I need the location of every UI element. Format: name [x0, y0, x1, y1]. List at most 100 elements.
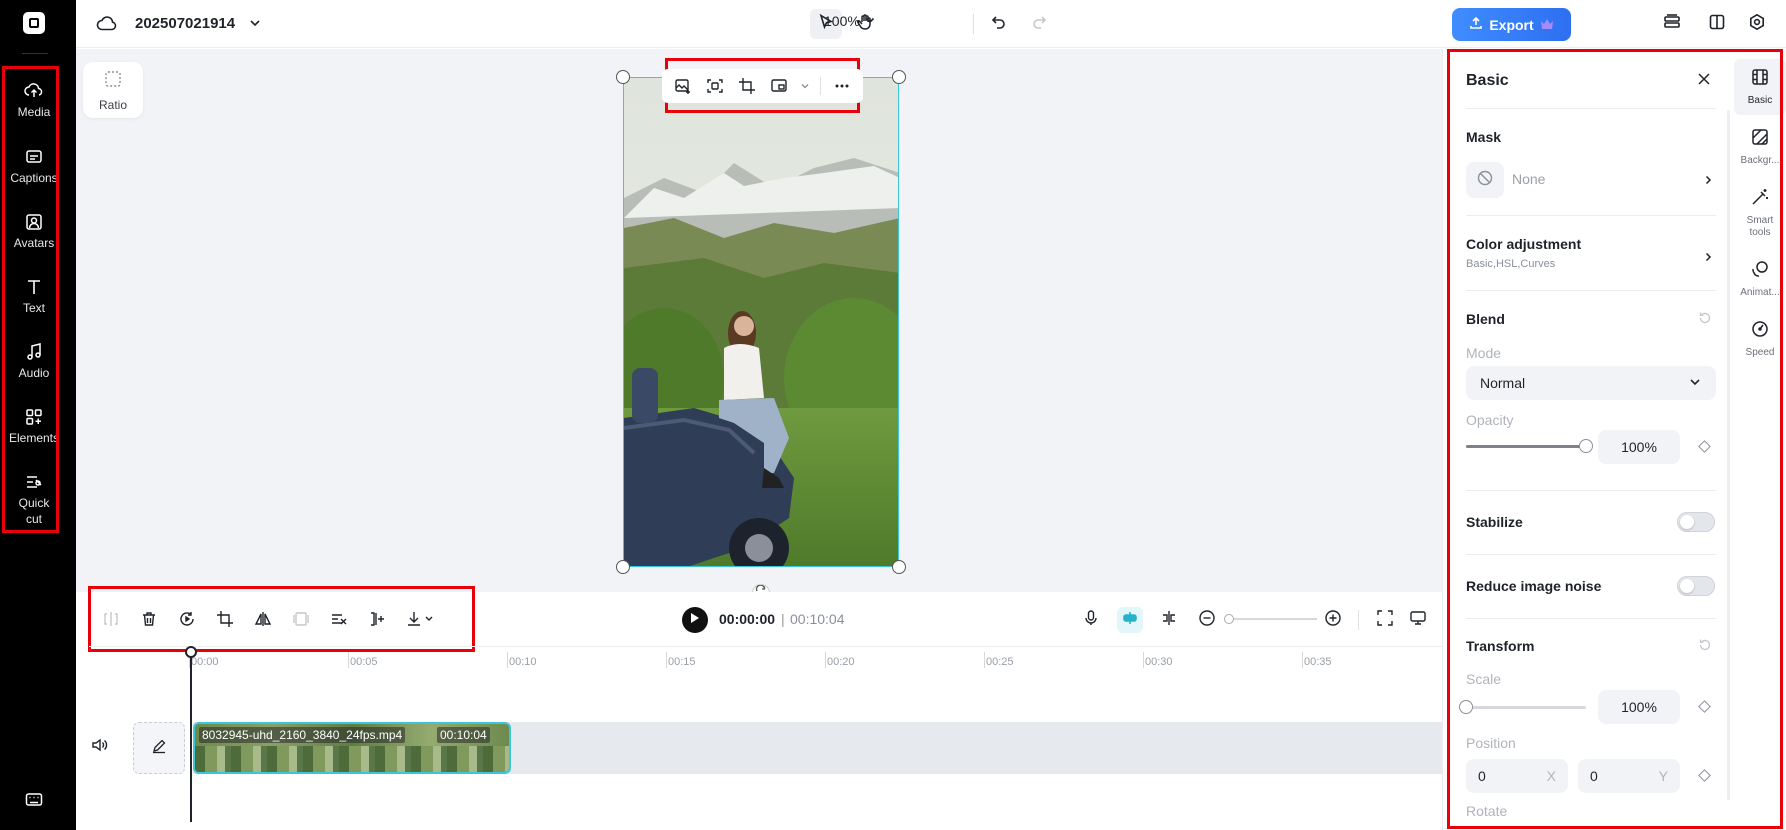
mirror-icon[interactable] — [251, 607, 275, 631]
microphone-icon — [1082, 609, 1100, 632]
blend-mode-value: Normal — [1480, 375, 1526, 391]
layers-button[interactable] — [1657, 9, 1687, 39]
split-icon[interactable] — [99, 607, 123, 631]
panel-divider — [1466, 215, 1716, 216]
chevron-right-icon[interactable] — [1702, 173, 1714, 185]
gear-icon — [1748, 13, 1766, 36]
close-icon[interactable] — [1696, 71, 1712, 92]
chevron-right-icon[interactable] — [1702, 250, 1714, 262]
tab-label: Backgr... — [1740, 155, 1780, 166]
trim-icon[interactable] — [365, 607, 389, 631]
sidebar-item-elements[interactable]: Elements — [4, 406, 64, 446]
playhead-handle[interactable] — [185, 646, 197, 658]
sidebar-item-avatars[interactable]: Avatars — [4, 211, 64, 251]
mask-value[interactable]: None — [1512, 171, 1545, 187]
split-track-button[interactable] — [1156, 607, 1182, 633]
scale-input[interactable]: 100% — [1598, 690, 1680, 724]
reset-icon[interactable] — [1698, 311, 1712, 330]
redo-button[interactable] — [1024, 9, 1054, 39]
export-button[interactable]: Export — [1452, 8, 1571, 41]
sidebar-item-quick-cut[interactable]: Quick cut — [4, 471, 64, 527]
app-logo[interactable] — [23, 12, 45, 34]
mute-track-button[interactable] — [90, 736, 108, 759]
resize-handle-bottom-left[interactable] — [616, 560, 630, 574]
sidebar-item-captions[interactable]: Captions — [4, 146, 64, 186]
tab-smart-tools[interactable]: Smart tools — [1734, 187, 1786, 239]
tab-basic[interactable]: Basic — [1734, 59, 1786, 115]
chevron-down-icon[interactable] — [248, 16, 262, 35]
play-icon — [690, 611, 700, 629]
reverse-icon[interactable] — [175, 607, 199, 631]
video-editor-app: Media Captions Avatars Text Audio Elemen… — [0, 0, 1786, 830]
magic-wand-icon — [1750, 187, 1770, 212]
opacity-slider-knob[interactable] — [1579, 439, 1593, 453]
scale-slider-knob[interactable] — [1459, 700, 1473, 714]
ratio-button[interactable]: Ratio — [83, 62, 143, 118]
zoom-dropdown[interactable]: 100% — [824, 13, 876, 29]
panel-divider — [1466, 108, 1716, 109]
tab-background[interactable]: Backgr... — [1734, 127, 1786, 167]
timeline-zoom-knob[interactable] — [1224, 614, 1234, 624]
play-button[interactable] — [682, 607, 708, 633]
picture-in-picture-icon[interactable] — [768, 75, 790, 97]
opacity-input[interactable]: 100% — [1598, 430, 1680, 464]
settings-button[interactable] — [1742, 9, 1772, 39]
tab-label: Speed — [1745, 347, 1775, 358]
timeline-zoom-slider[interactable] — [1227, 618, 1317, 620]
stabilize-toggle[interactable] — [1677, 512, 1715, 532]
tab-animation[interactable]: Animat... — [1734, 259, 1786, 299]
fit-timeline-button[interactable] — [1372, 607, 1398, 633]
replace-image-icon[interactable] — [672, 75, 694, 97]
crop-icon[interactable] — [736, 75, 758, 97]
resize-handle-bottom-right[interactable] — [892, 560, 906, 574]
reset-icon[interactable] — [1698, 638, 1712, 657]
blend-mode-select[interactable]: Normal — [1466, 366, 1716, 400]
color-adjustment-title[interactable]: Color adjustment — [1466, 236, 1581, 252]
opacity-slider[interactable] — [1466, 439, 1593, 453]
clip-duration: 00:10:04 — [437, 727, 490, 743]
undo-button[interactable] — [984, 9, 1014, 39]
current-time: 00:00:00 — [719, 611, 776, 627]
edit-cover-button[interactable] — [133, 722, 185, 774]
delete-icon[interactable] — [137, 607, 161, 631]
sidebar-item-audio[interactable]: Audio — [4, 341, 64, 381]
sidebar-item-label: Elements — [8, 431, 60, 445]
zoom-out-button[interactable] — [1194, 607, 1220, 633]
cloud-upload-icon — [23, 80, 45, 102]
keyboard-shortcuts-icon[interactable] — [24, 790, 44, 815]
remove-background-icon[interactable] — [704, 75, 726, 97]
resize-handle-top-left[interactable] — [616, 70, 630, 84]
cloud-sync-icon[interactable] — [96, 13, 118, 40]
position-y-input[interactable]: 0 Y — [1578, 759, 1680, 793]
toolbar-divider — [1358, 610, 1359, 630]
layout-toggle-button[interactable] — [1702, 9, 1732, 39]
more-options-icon[interactable] — [831, 75, 853, 97]
sidebar-item-label: Avatars — [13, 236, 55, 250]
ruler-tick-label: 00:25 — [986, 656, 1014, 668]
mask-none-button[interactable] — [1466, 162, 1504, 198]
ratio-label: Ratio — [98, 97, 127, 112]
panel-scrollbar[interactable] — [1727, 110, 1730, 800]
sidebar-item-text[interactable]: Text — [4, 276, 64, 316]
remove-silence-icon[interactable] — [327, 607, 351, 631]
video-preview[interactable] — [623, 77, 899, 567]
auto-snap-button[interactable] — [1117, 607, 1143, 633]
chevron-down-icon[interactable] — [800, 75, 810, 97]
zoom-in-button[interactable] — [1320, 607, 1346, 633]
tab-speed[interactable]: Speed — [1734, 319, 1786, 359]
resize-handle-top-right[interactable] — [892, 70, 906, 84]
sidebar-item-media[interactable]: Media — [4, 80, 64, 120]
record-voiceover-button[interactable] — [1078, 607, 1104, 633]
download-dropdown[interactable] — [403, 607, 437, 631]
preview-mode-button[interactable] — [1405, 607, 1431, 633]
project-title[interactable]: 202507021914 — [135, 15, 235, 32]
scale-slider[interactable] — [1459, 700, 1586, 714]
playhead-line[interactable] — [190, 650, 192, 822]
video-clip[interactable]: 8032945-uhd_2160_3840_24fps.mp4 00:10:04 — [193, 722, 511, 774]
elements-icon — [23, 406, 45, 428]
freeze-frame-icon[interactable] — [289, 607, 313, 631]
timeline-ruler[interactable] — [89, 646, 1444, 676]
reduce-noise-toggle[interactable] — [1677, 576, 1715, 596]
crop-icon[interactable] — [213, 607, 237, 631]
position-x-input[interactable]: 0 X — [1466, 759, 1568, 793]
